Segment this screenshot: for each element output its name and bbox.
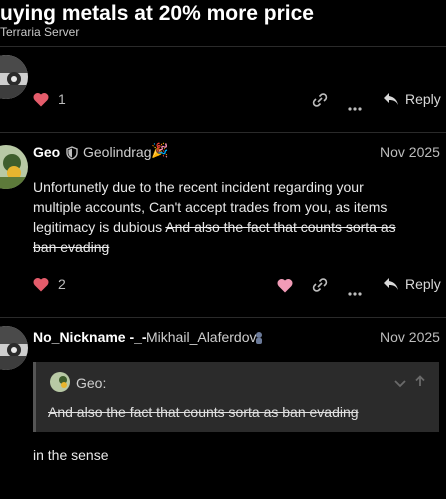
fullname[interactable]: Geolindrag <box>83 144 152 160</box>
post-body: Unfortunetly due to the recent incident … <box>33 177 408 257</box>
link-icon <box>312 278 328 292</box>
avatar-image <box>0 145 28 189</box>
avatar-image <box>50 372 70 392</box>
reply-label: Reply <box>405 91 441 107</box>
like-count: 2 <box>58 276 66 292</box>
arrow-up-icon <box>415 375 425 386</box>
more-icon <box>348 107 362 111</box>
chevron-down-icon <box>394 380 406 388</box>
quote-block: Geo: And also the fact that counts sorta… <box>33 362 439 432</box>
post-divider <box>0 317 446 318</box>
quote-avatar <box>50 372 70 392</box>
heart-icon <box>33 92 49 106</box>
more-button[interactable] <box>348 283 362 301</box>
shield-icon <box>66 146 78 165</box>
quote-jump-button[interactable] <box>414 374 426 392</box>
topic-title[interactable]: uying metals at 20% more price <box>0 2 314 26</box>
reply-label: Reply <box>405 276 441 292</box>
heart-icon <box>277 278 293 293</box>
topic-category[interactable]: Terraria Server <box>0 25 79 39</box>
link-icon <box>312 93 328 107</box>
avatar[interactable] <box>0 55 28 99</box>
avatar[interactable] <box>0 326 28 370</box>
username[interactable]: No_Nickname -_- <box>33 329 147 345</box>
quote-text: And also the fact that counts sorta as b… <box>48 404 359 420</box>
reply-button[interactable]: Reply <box>383 276 441 292</box>
username[interactable]: Geo <box>33 144 60 160</box>
heart-icon <box>33 277 49 291</box>
like-button[interactable]: 2 <box>33 276 66 292</box>
avatar[interactable] <box>0 145 28 189</box>
quote-expand-button[interactable] <box>394 376 406 394</box>
reply-icon <box>384 93 398 105</box>
fullname[interactable]: Mikhail_Alaferdov <box>146 329 257 345</box>
copy-link-button[interactable] <box>312 278 328 297</box>
post-divider <box>0 132 446 133</box>
post-date[interactable]: Nov 2025 <box>380 329 440 345</box>
flair-emoji: 🎉 <box>151 142 169 158</box>
copy-link-button[interactable] <box>312 93 328 112</box>
heart-button[interactable] <box>277 278 293 298</box>
avatar-image <box>0 55 28 99</box>
reply-icon <box>384 278 398 290</box>
avatar-image <box>0 326 28 370</box>
reply-button[interactable]: Reply <box>383 91 441 107</box>
more-button[interactable] <box>348 98 362 116</box>
post-date[interactable]: Nov 2025 <box>380 144 440 160</box>
post-body: in the sense <box>33 447 109 463</box>
like-count: 1 <box>58 91 66 107</box>
more-icon <box>348 292 362 296</box>
user-status-icon <box>254 331 264 350</box>
quote-author: Geo: <box>76 375 107 391</box>
like-button[interactable]: 1 <box>33 91 66 107</box>
